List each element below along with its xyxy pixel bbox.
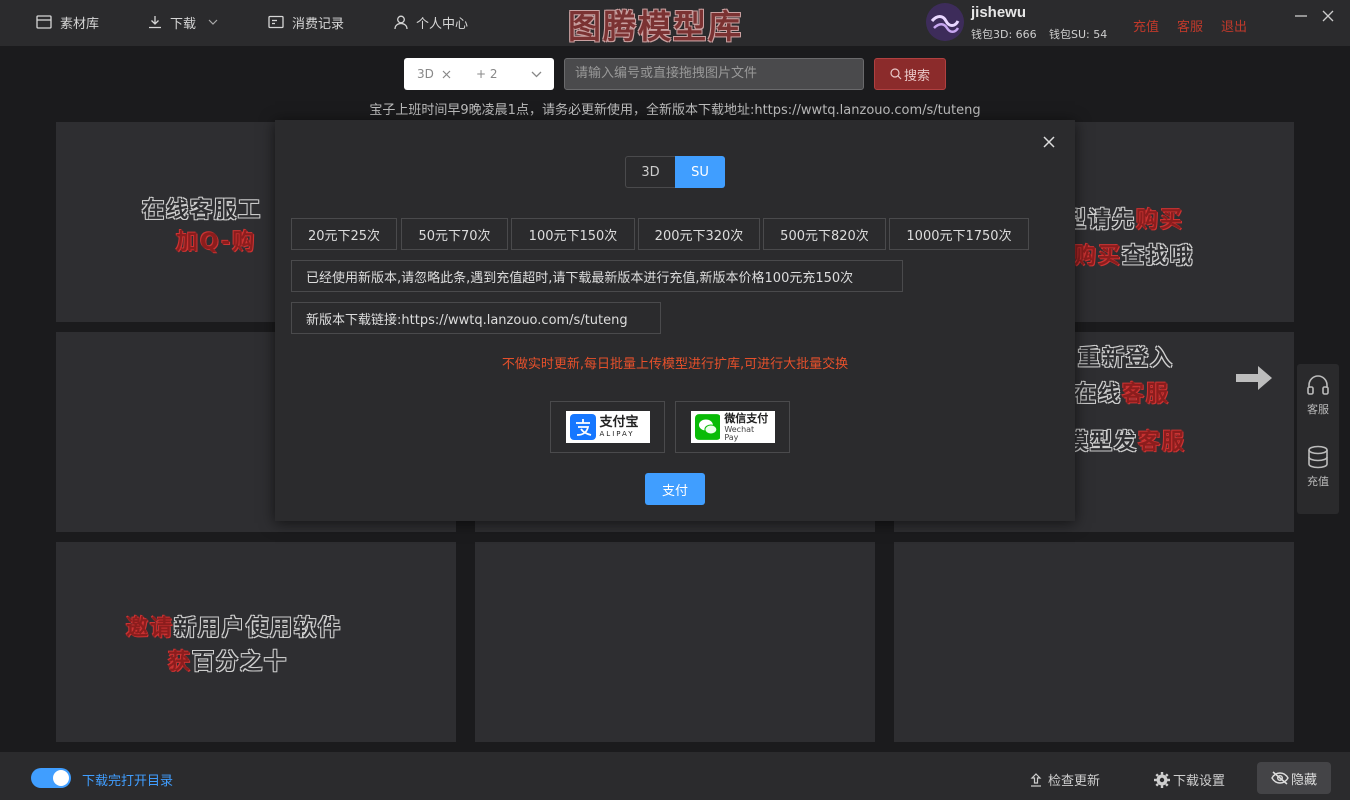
search-button[interactable]: 搜索 bbox=[874, 58, 946, 90]
download-settings-button[interactable]: 下载设置 bbox=[1153, 770, 1225, 789]
card-text: 获百分之十 bbox=[168, 650, 289, 675]
chevron-down-icon bbox=[531, 71, 542, 78]
card-text: 邀请新用户使用软件 bbox=[126, 616, 343, 641]
search-button-label: 搜索 bbox=[903, 68, 930, 84]
app-title: 图腾模型库 bbox=[568, 7, 743, 46]
nav-consumption-records[interactable]: 消费记录 bbox=[268, 11, 344, 33]
download-settings-label: 下载设置 bbox=[1173, 774, 1226, 789]
price-option[interactable]: 100元下150次 bbox=[511, 218, 635, 250]
minimize-icon bbox=[1295, 15, 1307, 17]
user-icon bbox=[394, 15, 408, 29]
wechat-pay-option[interactable]: 微信支付 Wechat Pay bbox=[675, 401, 790, 453]
alipay-option[interactable]: 支付宝 ALIPAY bbox=[550, 401, 665, 453]
select-tag: 3D bbox=[417, 67, 434, 81]
open-folder-label: 下载完打开目录 bbox=[82, 774, 174, 789]
customer-service-link[interactable]: 客服 bbox=[1177, 16, 1203, 35]
material-card[interactable]: 邀请新用户使用软件 获百分之十 bbox=[56, 542, 456, 742]
nav-personal-center[interactable]: 个人中心 bbox=[394, 11, 468, 33]
nav-label: 个人中心 bbox=[416, 16, 469, 32]
wechat-pay-logo: 微信支付 Wechat Pay bbox=[690, 411, 775, 443]
nav-material-library[interactable]: 素材库 bbox=[36, 11, 99, 33]
alipay-logo: 支付宝 ALIPAY bbox=[565, 411, 650, 443]
card-text: 型请先购买 bbox=[1064, 208, 1185, 233]
chevron-down-icon bbox=[208, 19, 218, 25]
headset-icon bbox=[1307, 375, 1329, 395]
side-customer-service[interactable]: 客服 bbox=[1297, 372, 1339, 417]
download-link-notice: 新版本下载链接:https://wwtq.lanzouo.com/s/tuten… bbox=[291, 302, 661, 334]
tab-su[interactable]: SU bbox=[675, 156, 725, 188]
download-icon bbox=[149, 16, 161, 29]
tab-3d[interactable]: 3D bbox=[625, 156, 675, 188]
close-window-button[interactable] bbox=[1320, 8, 1336, 24]
nav-download[interactable]: 下载 bbox=[148, 11, 226, 33]
update-warning: 不做实时更新,每日批量上传模型进行扩库,可进行大批量交换 bbox=[501, 357, 849, 372]
close-icon bbox=[1322, 10, 1334, 22]
check-update-label: 检查更新 bbox=[1048, 774, 1101, 789]
records-icon bbox=[268, 15, 284, 29]
notice-text: 宝子上班时间早9晚凌晨1点，请务必更新使用，全新版本下载地址:https://w… bbox=[369, 103, 981, 118]
gear-icon bbox=[1154, 771, 1170, 788]
side-panel: 客服 充值 bbox=[1297, 364, 1339, 514]
hide-button[interactable]: 隐藏 bbox=[1257, 762, 1331, 794]
recharge-modal: 3D SU 20元下25次 50元下70次 100元下150次 200元下320… bbox=[275, 120, 1075, 521]
side-label: 客服 bbox=[1307, 403, 1329, 416]
library-icon bbox=[36, 15, 52, 29]
side-recharge[interactable]: 充值 bbox=[1297, 444, 1339, 489]
card-text: 购买查找哦 bbox=[1074, 244, 1195, 269]
card-text: 加Q-购 bbox=[176, 230, 257, 255]
card-text: 重新登入 bbox=[1078, 346, 1175, 371]
update-icon bbox=[1030, 772, 1042, 787]
footer-bar bbox=[0, 752, 1350, 800]
card-text: 在线客服 bbox=[1074, 382, 1171, 407]
logout-link[interactable]: 退出 bbox=[1221, 16, 1247, 35]
material-card[interactable] bbox=[475, 542, 875, 742]
select-tag-more: + 2 bbox=[476, 67, 498, 81]
wechat-pay-sublabel: Wechat Pay bbox=[724, 424, 755, 442]
side-label: 充值 bbox=[1307, 475, 1329, 488]
price-option[interactable]: 1000元下1750次 bbox=[889, 218, 1029, 250]
open-folder-toggle[interactable] bbox=[31, 768, 71, 788]
wallet-3d: 钱包3D: 666 bbox=[971, 28, 1037, 41]
close-icon bbox=[1043, 136, 1055, 148]
check-update-button[interactable]: 检查更新 bbox=[1029, 770, 1100, 789]
version-notice: 已经使用新版本,请忽略此条,遇到充值超时,请下载最新版本进行充值,新版本价格10… bbox=[291, 260, 903, 292]
price-option[interactable]: 20元下25次 bbox=[291, 218, 397, 250]
card-text: 在线客服工 bbox=[142, 198, 263, 223]
pay-button[interactable]: 支付 bbox=[645, 473, 705, 505]
category-select[interactable]: 3D + 2 bbox=[404, 58, 554, 90]
wechat-icon bbox=[694, 414, 721, 440]
avatar[interactable] bbox=[926, 3, 964, 41]
alipay-label: 支付宝 bbox=[599, 415, 639, 430]
tag-close-icon[interactable] bbox=[442, 70, 451, 79]
nav-label: 下载 bbox=[170, 16, 197, 32]
alipay-icon bbox=[569, 414, 596, 440]
nav-label: 消费记录 bbox=[292, 16, 345, 32]
hide-label: 隐藏 bbox=[1290, 772, 1317, 788]
minimize-button[interactable] bbox=[1293, 8, 1309, 24]
modal-close-button[interactable] bbox=[1041, 134, 1057, 150]
search-icon bbox=[890, 68, 902, 80]
wechat-pay-label: 微信支付 bbox=[724, 411, 769, 425]
alipay-sublabel: ALIPAY bbox=[599, 430, 635, 438]
price-option[interactable]: 500元下820次 bbox=[763, 218, 886, 250]
nav-label: 素材库 bbox=[60, 16, 100, 32]
price-option[interactable]: 200元下320次 bbox=[638, 218, 760, 250]
avatar-image bbox=[926, 3, 964, 41]
toggle-knob bbox=[53, 770, 69, 786]
search-input[interactable]: 请输入编号或直接拖拽图片文件 bbox=[564, 58, 864, 90]
card-text: 模型发客服 bbox=[1066, 430, 1187, 455]
eye-off-icon bbox=[1271, 771, 1289, 785]
arrow-right-icon bbox=[1236, 366, 1272, 390]
material-card[interactable] bbox=[894, 542, 1294, 742]
username: jishewu bbox=[971, 4, 1027, 21]
wallet-su: 钱包SU: 54 bbox=[1049, 28, 1108, 41]
recharge-link[interactable]: 充值 bbox=[1133, 16, 1159, 35]
database-icon bbox=[1308, 445, 1328, 469]
price-option[interactable]: 50元下70次 bbox=[401, 218, 508, 250]
